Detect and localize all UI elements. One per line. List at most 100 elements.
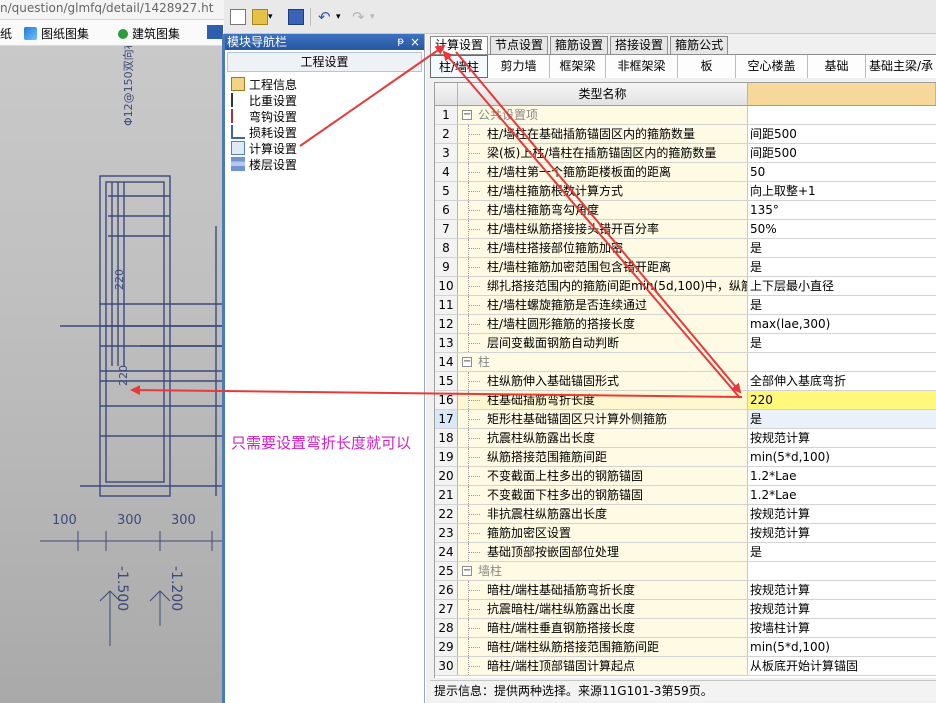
redo-icon[interactable]: ↷ (352, 9, 368, 25)
tab-lap-settings[interactable]: 搭接设置 (610, 36, 669, 54)
grid-row[interactable]: 23 箍筋加密区设置 按规范计算 (435, 524, 936, 543)
grid-row[interactable]: 4 柱/墙柱第一个箍筋距楼板面的距离 50 (435, 163, 936, 182)
dropdown-arrow-icon[interactable]: ▾ (336, 9, 344, 25)
grid-row[interactable]: 2 柱/墙柱在基础插筋锚固区内的箍筋数量 间距500 (435, 125, 936, 144)
pin-icon[interactable]: ᵽ (397, 34, 404, 50)
row-value-cell[interactable]: 按规范计算 (748, 505, 936, 523)
nav-item-weight[interactable]: 比重设置 (231, 92, 420, 108)
row-value-cell[interactable]: 135° (748, 201, 936, 219)
nav-item-hook[interactable]: 弯钩设置 (231, 108, 420, 124)
navigator-section-header[interactable]: 工程设置 (227, 52, 422, 72)
subtab-nonframe-beam[interactable]: 非框架梁 (606, 55, 678, 78)
row-value-cell[interactable]: 全部伸入基底弯折 (748, 372, 936, 390)
tab-node-settings[interactable]: 节点设置 (490, 36, 549, 54)
collapse-icon[interactable]: − (462, 566, 472, 576)
row-name-cell: 柱/墙柱在基础插筋锚固区内的箍筋数量 (458, 125, 748, 143)
grid-row[interactable]: 13 层间变截面钢筋自动判断 是 (435, 334, 936, 353)
row-value-cell[interactable]: 是 (748, 258, 936, 276)
close-icon[interactable]: × (410, 34, 420, 50)
bookmark-item[interactable]: 建筑图集 (118, 25, 180, 42)
nav-item-floor[interactable]: 楼层设置 (231, 156, 420, 172)
row-value-cell[interactable]: 1.2*Lae (748, 486, 936, 504)
subtab-column[interactable]: 柱/墙柱 (430, 55, 488, 78)
grid-row[interactable]: 18 抗震柱纵筋露出长度 按规范计算 (435, 429, 936, 448)
row-value-cell[interactable]: 按规范计算 (748, 600, 936, 618)
grid-row[interactable]: 10 绑扎搭接范围内的箍筋间距min(5d,100)中，纵筋 上下层最小直径 (435, 277, 936, 296)
grid-row[interactable]: 11 柱/墙柱螺旋箍筋是否连续通过 是 (435, 296, 936, 315)
grid-row[interactable]: 6 柱/墙柱箍筋弯勾角度 135° (435, 201, 936, 220)
save-icon[interactable] (288, 9, 304, 25)
nav-item-loss[interactable]: 损耗设置 (231, 124, 420, 140)
row-value-cell[interactable]: 间距500 (748, 144, 936, 162)
undo-icon[interactable]: ↶ (318, 9, 334, 25)
grid-row[interactable]: 16 柱基础插筋弯折长度 220 (435, 391, 936, 410)
row-value-cell[interactable]: min(5*d,100) (748, 448, 936, 466)
grid-group-row[interactable]: 1− 公共设置项 (435, 106, 936, 125)
browser-url[interactable]: n/question/glmfq/detail/1428927.ht (0, 1, 213, 15)
grid-row[interactable]: 29 暗柱/端柱纵筋搭接范围箍筋间距 min(5*d,100) (435, 638, 936, 657)
grid-row[interactable]: 12 柱/墙柱圆形箍筋的搭接长度 max(lae,300) (435, 315, 936, 334)
row-value-cell[interactable]: 按规范计算 (748, 581, 936, 599)
row-value-cell[interactable]: 是 (748, 410, 936, 428)
row-value-cell[interactable] (748, 562, 936, 580)
subtab-foundation-beam[interactable]: 基础主梁/承 (866, 55, 936, 78)
row-value-cell[interactable] (748, 353, 936, 371)
subtab-frame-beam[interactable]: 框架梁 (550, 55, 606, 78)
bookmark-item[interactable]: 纸 (0, 25, 12, 42)
grid-row[interactable]: 26 暗柱/端柱基础插筋弯折长度 按规范计算 (435, 581, 936, 600)
row-value-cell[interactable]: 按墙柱计算 (748, 619, 936, 637)
dropdown-arrow-icon[interactable]: ▾ (370, 9, 378, 25)
open-folder-icon[interactable] (252, 9, 268, 25)
browser-address-bar[interactable]: n/question/glmfq/detail/1428927.ht (0, 0, 224, 20)
bookmark-icon[interactable] (207, 25, 223, 39)
nav-item-project-info[interactable]: 工程信息 (231, 76, 420, 92)
new-file-icon[interactable] (230, 9, 246, 25)
grid-row[interactable]: 9 柱/墙柱箍筋加密范围包含错开距离 是 (435, 258, 936, 277)
grid-row[interactable]: 8 柱/墙柱搭接部位箍筋加密 是 (435, 239, 936, 258)
row-value-cell[interactable]: 50% (748, 220, 936, 238)
row-value-cell[interactable] (748, 106, 936, 124)
row-value-cell[interactable]: min(5*d,100) (748, 638, 936, 656)
grid-row[interactable]: 15 柱纵筋伸入基础锚固形式 全部伸入基底弯折 (435, 372, 936, 391)
grid-row[interactable]: 22 非抗震柱纵筋露出长度 按规范计算 (435, 505, 936, 524)
row-value-cell[interactable]: 向上取整+1 (748, 182, 936, 200)
grid-row[interactable]: 24 基础顶部按嵌固部位处理 是 (435, 543, 936, 562)
grid-row[interactable]: 20 不变截面上柱多出的钢筋锚固 1.2*Lae (435, 467, 936, 486)
collapse-icon[interactable]: − (462, 357, 472, 367)
bookmark-item[interactable]: 图纸图集 (24, 25, 89, 42)
grid-group-row[interactable]: 25− 墙柱 (435, 562, 936, 581)
grid-row[interactable]: 30 暗柱/端柱顶部锚固计算起点 从板底开始计算锚固 (435, 657, 936, 676)
collapse-icon[interactable]: − (462, 110, 472, 120)
tab-calc-settings[interactable]: 计算设置 (430, 36, 489, 55)
row-value-cell[interactable]: max(lae,300) (748, 315, 936, 333)
grid-row[interactable]: 7 柱/墙柱纵筋搭接接头错开百分率 50% (435, 220, 936, 239)
row-value-cell[interactable]: 上下层最小直径 (748, 277, 936, 295)
nav-item-calc[interactable]: 计算设置 (231, 140, 420, 156)
row-value-cell[interactable]: 是 (748, 296, 936, 314)
subtab-hollow-floor[interactable]: 空心楼盖 (736, 55, 808, 78)
row-value-cell[interactable]: 220 (748, 391, 936, 409)
subtab-slab[interactable]: 板 (678, 55, 736, 78)
grid-row[interactable]: 5 柱/墙柱箍筋根数计算方式 向上取整+1 (435, 182, 936, 201)
grid-row[interactable]: 19 纵筋搭接范围箍筋间距 min(5*d,100) (435, 448, 936, 467)
row-value-cell[interactable]: 从板底开始计算锚固 (748, 657, 936, 675)
grid-row[interactable]: 17 矩形柱基础锚固区只计算外侧箍筋 是 (435, 410, 936, 429)
grid-row[interactable]: 27 抗震暗柱/端柱纵筋露出长度 按规范计算 (435, 600, 936, 619)
row-value-cell[interactable]: 是 (748, 334, 936, 352)
row-value-cell[interactable]: 间距500 (748, 125, 936, 143)
subtab-foundation[interactable]: 基础 (808, 55, 866, 78)
grid-row[interactable]: 28 暗柱/端柱垂直钢筋搭接长度 按墙柱计算 (435, 619, 936, 638)
row-value-cell[interactable]: 1.2*Lae (748, 467, 936, 485)
row-value-cell[interactable]: 50 (748, 163, 936, 181)
tab-stirrup-settings[interactable]: 箍筋设置 (550, 36, 609, 54)
grid-row[interactable]: 21 不变截面下柱多出的钢筋锚固 1.2*Lae (435, 486, 936, 505)
dropdown-arrow-icon[interactable]: ▾ (268, 9, 276, 25)
grid-row[interactable]: 3 梁(板)上柱/墙柱在插筋锚固区内的箍筋数量 间距500 (435, 144, 936, 163)
row-value-cell[interactable]: 按规范计算 (748, 524, 936, 542)
row-value-cell[interactable]: 是 (748, 543, 936, 561)
subtab-shear-wall[interactable]: 剪力墙 (488, 55, 550, 78)
row-value-cell[interactable]: 是 (748, 239, 936, 257)
row-value-cell[interactable]: 按规范计算 (748, 429, 936, 447)
grid-group-row[interactable]: 14− 柱 (435, 353, 936, 372)
tab-stirrup-formula[interactable]: 箍筋公式 (670, 36, 729, 54)
